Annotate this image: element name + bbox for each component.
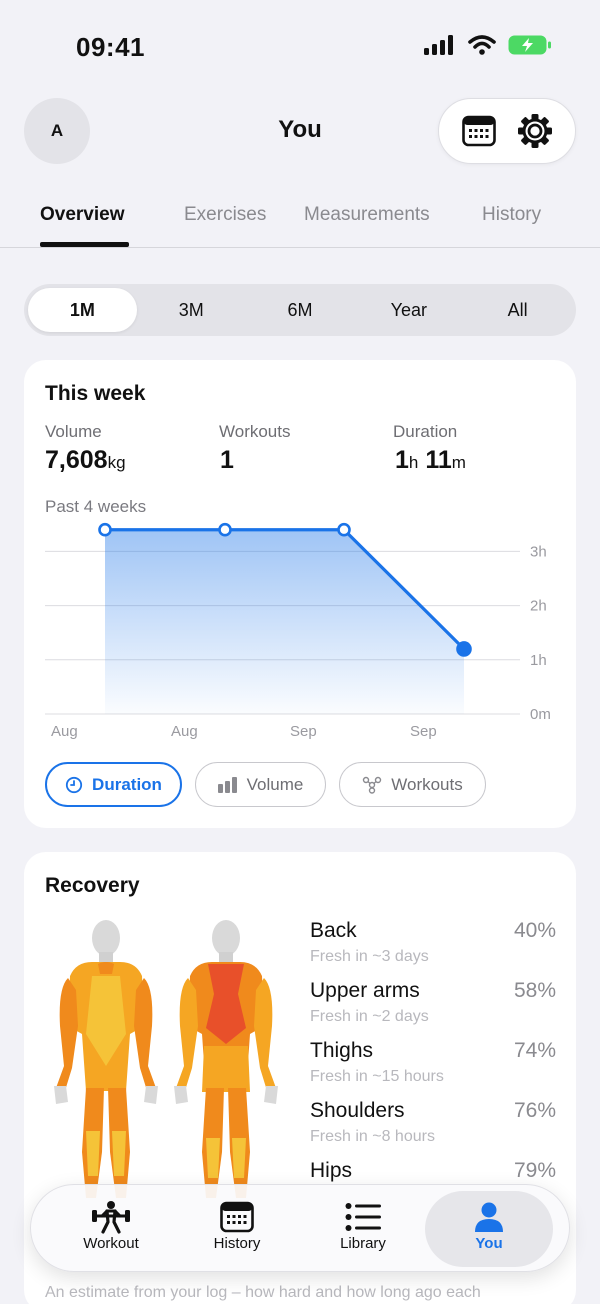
- metric-duration-label: Duration: [92, 774, 162, 794]
- body-back-figure: [174, 920, 278, 1198]
- chart-x-tick-label: Sep: [410, 723, 437, 740]
- volume-number: 7,608: [45, 446, 108, 474]
- duration-chart: 3h 2h 1h 0m Aug Aug Sep Sep: [45, 522, 551, 740]
- metric-workouts-button[interactable]: Workouts: [339, 762, 486, 807]
- tab-history[interactable]: History: [482, 204, 541, 226]
- recovery-footnote: An estimate from your log – how hard and…: [45, 1284, 481, 1301]
- chart-y-tick-label: 3h: [530, 543, 547, 560]
- duration-minutes: 11: [425, 446, 452, 474]
- volume-unit: kg: [107, 453, 126, 472]
- this-week-card: This week Volume 7,608kg Workouts 1 Dura…: [24, 360, 576, 828]
- chart-y-tick-label: 2h: [530, 598, 547, 615]
- workouts-label: Workouts: [219, 422, 291, 441]
- range-year[interactable]: Year: [354, 288, 463, 332]
- recovery-title: Recovery: [45, 874, 140, 897]
- duration-label: Duration: [393, 422, 458, 441]
- recovery-item-name: Shoulders: [310, 1099, 405, 1122]
- weightlifter-icon: [92, 1201, 130, 1234]
- nav-workout[interactable]: Workout: [47, 1191, 175, 1267]
- workouts-value: 1: [220, 446, 234, 474]
- status-icons: [424, 34, 552, 56]
- metric-volume-button[interactable]: Volume: [195, 762, 326, 807]
- recovery-item-percent: 58%: [513, 979, 556, 1002]
- chart-x-tick-label: Aug: [51, 723, 78, 740]
- recovery-item-eta: Fresh in ~3 days: [310, 948, 429, 965]
- chart-caption: Past 4 weeks: [45, 497, 147, 516]
- range-1m[interactable]: 1M: [28, 288, 137, 332]
- recovery-item-percent: 74%: [513, 1039, 556, 1062]
- recovery-item-eta: Fresh in ~8 hours: [310, 1128, 435, 1145]
- chart-y-tick-label: 1h: [530, 652, 547, 669]
- volume-value: 7,608kg: [45, 446, 126, 475]
- bottom-nav: Workout History Library You: [30, 1184, 570, 1272]
- person-icon: [475, 1202, 503, 1232]
- recovery-item-percent: 40%: [513, 919, 556, 942]
- nav-workout-label: Workout: [83, 1235, 139, 1252]
- chart-area: [105, 529, 464, 714]
- recovery-item-percent: 76%: [513, 1099, 556, 1122]
- volume-label: Volume: [45, 422, 102, 441]
- range-selector: 1M 3M 6M Year All: [24, 284, 576, 336]
- nav-library-label: Library: [340, 1235, 386, 1252]
- range-6m[interactable]: 6M: [246, 288, 355, 332]
- wifi-icon: [468, 35, 496, 55]
- duration-value: 1h 11m: [395, 446, 466, 475]
- bar-chart-icon: [217, 776, 237, 793]
- this-week-title: This week: [45, 382, 146, 405]
- calendar-icon[interactable]: [461, 115, 496, 147]
- chart-point: [98, 522, 112, 537]
- tab-bar: Overview Exercises Measurements History: [0, 190, 600, 248]
- gear-icon[interactable]: [517, 113, 553, 149]
- duration-minutes-unit: m: [451, 453, 466, 472]
- recovery-item-name: Back: [310, 919, 357, 942]
- body-front-figure: [54, 920, 158, 1198]
- recovery-item-percent: 79%: [513, 1159, 556, 1182]
- tab-measurements[interactable]: Measurements: [304, 204, 430, 226]
- range-3m[interactable]: 3M: [137, 288, 246, 332]
- header: A You: [0, 98, 600, 166]
- battery-charging-icon: [508, 35, 551, 55]
- chart-x-tick-label: Sep: [290, 723, 317, 740]
- nav-library[interactable]: Library: [299, 1191, 427, 1267]
- nav-you-label: You: [475, 1235, 503, 1252]
- clock-icon: [65, 776, 83, 793]
- duration-hours: 1: [395, 446, 409, 474]
- chart-point: [218, 522, 232, 537]
- recovery-item-eta: Fresh in ~15 hours: [310, 1068, 444, 1085]
- status-time: 09:41: [76, 32, 145, 62]
- recovery-item-name: Hips: [310, 1159, 353, 1182]
- tab-exercises[interactable]: Exercises: [184, 204, 266, 226]
- list-icon: [345, 1203, 381, 1231]
- chart-point: [456, 641, 472, 657]
- recovery-item-name: Upper arms: [310, 979, 420, 1002]
- signal-icon: [424, 35, 453, 55]
- chart-x-tick-label: Aug: [171, 723, 198, 740]
- muscle-map: [54, 920, 278, 1198]
- header-actions: [438, 98, 576, 164]
- nav-you[interactable]: You: [425, 1191, 553, 1267]
- active-tab-indicator: [40, 242, 129, 247]
- nav-history-label: History: [213, 1235, 261, 1252]
- chart-y-tick-label: 0m: [530, 706, 551, 723]
- calendar-icon: [220, 1201, 254, 1233]
- nav-history[interactable]: History: [173, 1191, 301, 1267]
- tab-overview[interactable]: Overview: [40, 204, 125, 226]
- chart-point: [337, 522, 351, 537]
- range-all[interactable]: All: [463, 288, 572, 332]
- metric-duration-button[interactable]: Duration: [45, 762, 182, 807]
- recovery-item-name: Thighs: [310, 1039, 374, 1062]
- metric-volume-label: Volume: [246, 774, 304, 794]
- duration-hours-unit: h: [408, 453, 419, 472]
- nodes-icon: [363, 776, 382, 794]
- metric-workouts-label: Workouts: [391, 774, 463, 794]
- status-bar: 09:41: [0, 0, 600, 96]
- recovery-item-eta: Fresh in ~2 days: [310, 1008, 429, 1025]
